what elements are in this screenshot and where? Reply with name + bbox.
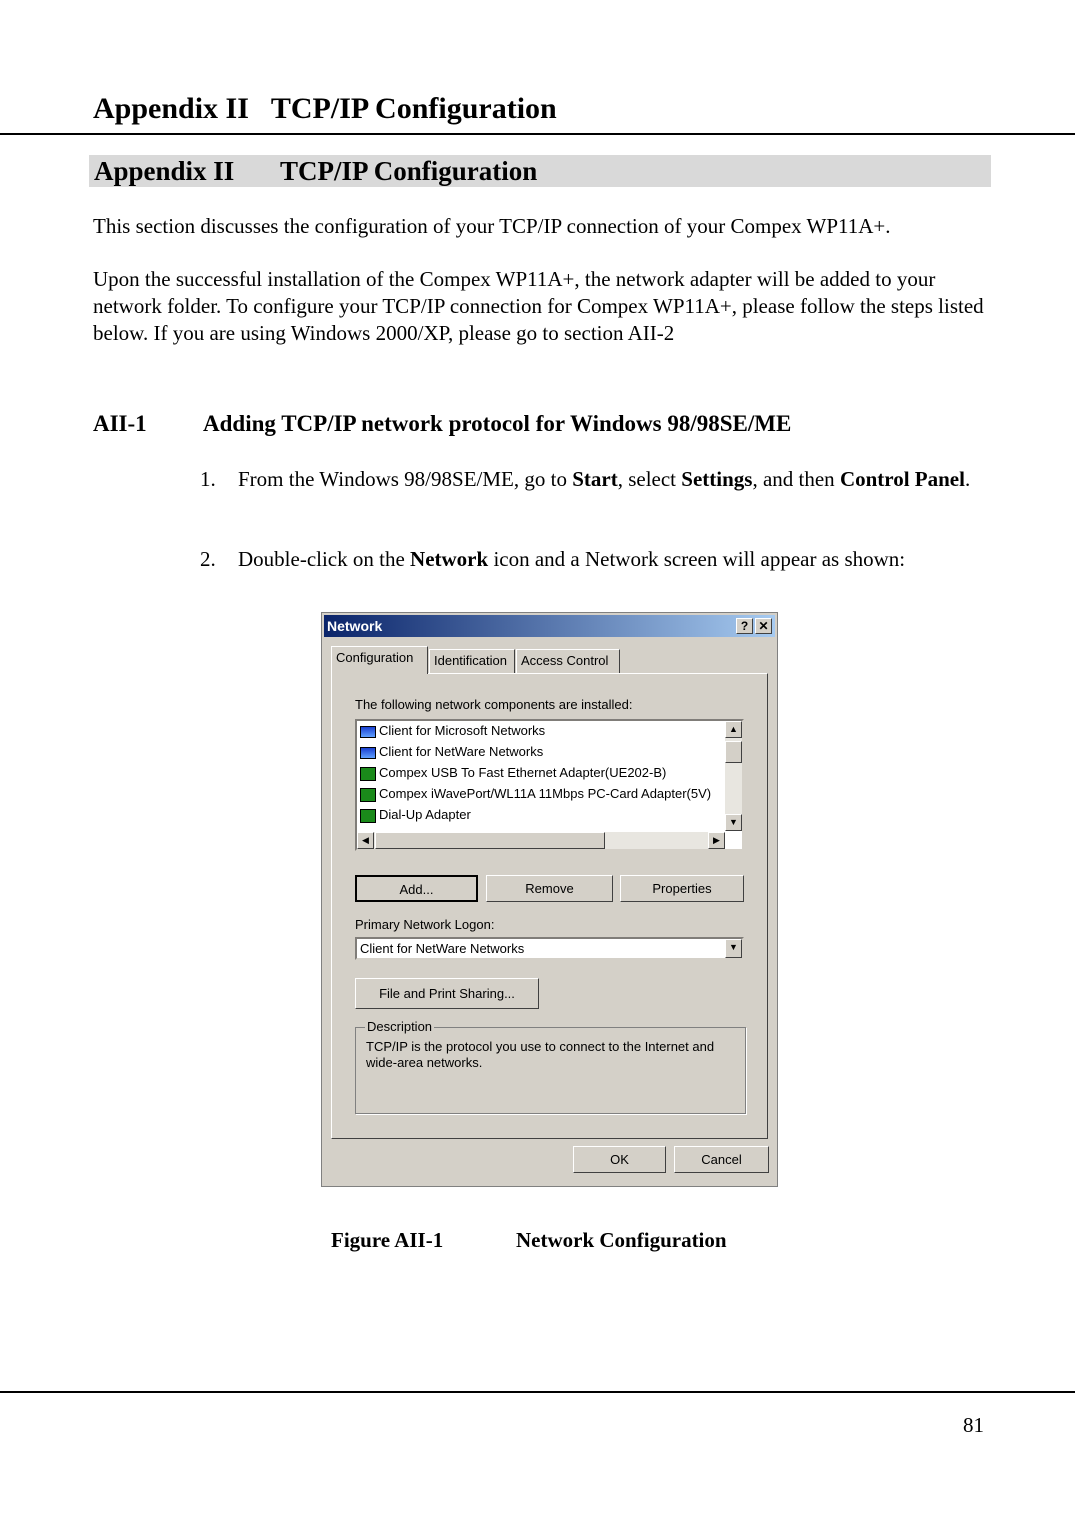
vertical-scrollbar[interactable]: ▲ ▼ xyxy=(725,721,742,831)
list-item[interactable]: Compex iWavePort/WL11A 11Mbps PC-Card Ad… xyxy=(360,784,711,804)
tab-identification[interactable]: Identification xyxy=(429,649,515,673)
subsection-num: AII-1 xyxy=(93,411,147,436)
description-legend: Description xyxy=(365,1019,435,1034)
dialog-title: Network xyxy=(327,618,383,634)
step-2: 2. Double-click on the Network icon and … xyxy=(200,546,990,573)
tab-access-control[interactable]: Access Control xyxy=(516,649,620,673)
figure-caption-num: Figure AII-1 xyxy=(331,1228,444,1252)
properties-button[interactable]: Properties xyxy=(620,875,744,902)
help-button[interactable]: ? xyxy=(736,618,753,634)
intro-paragraph: This section discusses the configuration… xyxy=(93,214,891,238)
instructions-paragraph: Upon the successful installation of the … xyxy=(93,267,984,345)
add-button[interactable]: Add... xyxy=(355,875,478,902)
list-item[interactable]: Compex USB To Fast Ethernet Adapter(UE20… xyxy=(360,763,666,783)
figure-caption-text: Network Configuration xyxy=(516,1228,727,1252)
close-button[interactable]: ✕ xyxy=(755,618,772,634)
footer-rule xyxy=(0,1391,1075,1393)
tab-configuration[interactable]: Configuration xyxy=(331,646,428,674)
scroll-thumb[interactable] xyxy=(725,741,742,763)
ok-button[interactable]: OK xyxy=(573,1146,666,1173)
client-icon xyxy=(360,725,376,738)
horizontal-scrollbar[interactable]: ◀ ▶ xyxy=(357,832,725,849)
logon-value: Client for NetWare Networks xyxy=(360,941,525,956)
header-rule xyxy=(0,133,1075,135)
components-label: The following network components are ins… xyxy=(355,697,633,712)
step-number: 1. xyxy=(200,467,216,491)
description-text: TCP/IP is the protocol you use to connec… xyxy=(366,1039,715,1070)
scroll-right-icon[interactable]: ▶ xyxy=(708,832,725,849)
primary-logon-select[interactable]: Client for NetWare Networks ▼ xyxy=(355,937,744,960)
section-title-num: Appendix II xyxy=(94,156,235,186)
adapter-icon xyxy=(360,787,376,802)
description-group: Description TCP/IP is the protocol you u… xyxy=(355,1019,746,1114)
logon-label: Primary Network Logon: xyxy=(355,917,495,932)
list-item[interactable]: Dial-Up Adapter xyxy=(360,805,471,825)
section-title: Appendix II TCP/IP Configuration xyxy=(94,155,537,187)
chevron-down-icon[interactable]: ▼ xyxy=(725,939,742,958)
section-title-text: TCP/IP Configuration xyxy=(280,156,538,186)
step-text: From the Windows 98/98SE/ME, go to Start… xyxy=(238,467,971,491)
components-list[interactable]: Client for Microsoft Networks Client for… xyxy=(355,719,744,851)
network-dialog: Network ? ✕ Configuration Identification… xyxy=(321,612,778,1187)
step-1: 1. From the Windows 98/98SE/ME, go to St… xyxy=(200,466,990,493)
subsection-title: Adding TCP/IP network protocol for Windo… xyxy=(203,411,792,436)
adapter-icon xyxy=(360,808,376,823)
scroll-up-icon[interactable]: ▲ xyxy=(725,721,742,738)
page-number: 81 xyxy=(963,1413,984,1437)
subsection-heading: AII-1 Adding TCP/IP network protocol for… xyxy=(93,411,791,437)
page-header-title: Appendix II TCP/IP Configuration xyxy=(93,92,557,125)
scroll-left-icon[interactable]: ◀ xyxy=(357,832,374,849)
file-print-sharing-button[interactable]: File and Print Sharing... xyxy=(355,978,539,1009)
list-item[interactable]: Client for Microsoft Networks xyxy=(360,721,545,741)
client-icon xyxy=(360,746,376,759)
step-number: 2. xyxy=(200,547,216,571)
list-item[interactable]: Client for NetWare Networks xyxy=(360,742,543,762)
scroll-thumb-h[interactable] xyxy=(375,832,605,849)
step-text: Double-click on the Network icon and a N… xyxy=(238,547,906,571)
remove-button[interactable]: Remove xyxy=(486,875,613,902)
scroll-down-icon[interactable]: ▼ xyxy=(725,814,742,831)
cancel-button[interactable]: Cancel xyxy=(674,1146,769,1173)
adapter-icon xyxy=(360,766,376,781)
dialog-titlebar: Network ? ✕ xyxy=(324,615,775,637)
